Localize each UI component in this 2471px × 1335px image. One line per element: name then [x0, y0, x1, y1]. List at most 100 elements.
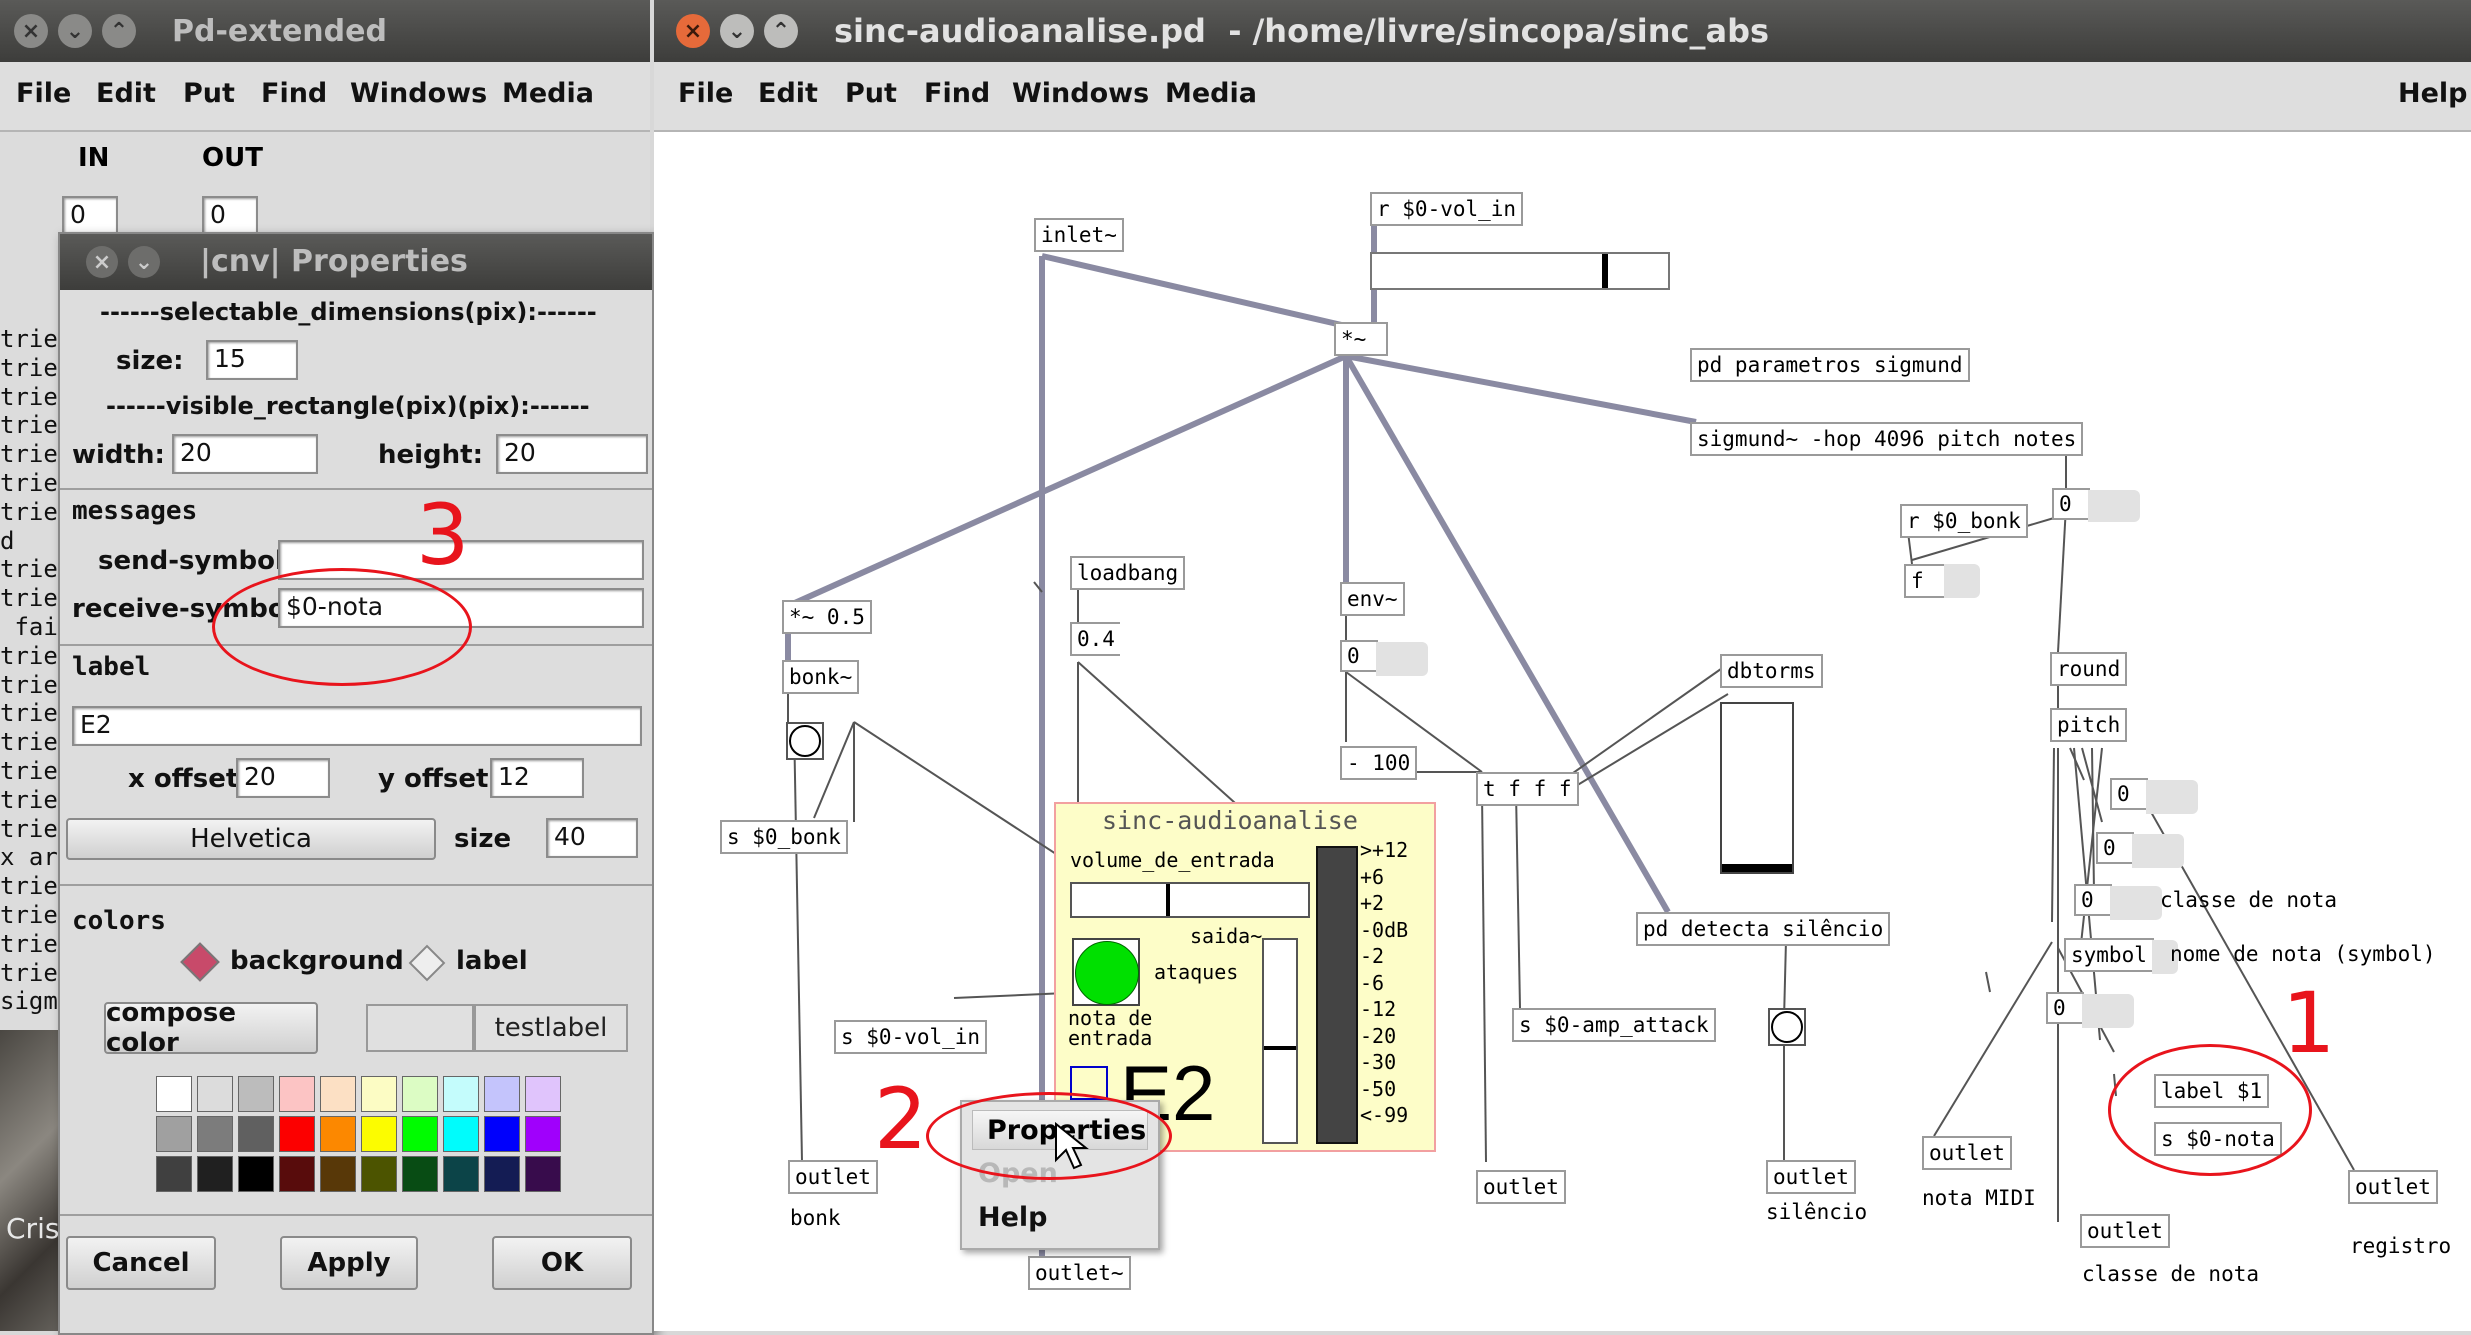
- num-p2[interactable]: 0: [2096, 832, 2134, 864]
- patch-canvas[interactable]: inlet~ r $0-vol_in *~ pd parametros sigm…: [654, 132, 2471, 1331]
- color-swatch[interactable]: [361, 1116, 397, 1152]
- label-field[interactable]: E2: [72, 706, 642, 746]
- color-swatch[interactable]: [279, 1116, 315, 1152]
- num-p4[interactable]: 0: [2046, 992, 2084, 1024]
- obj-bonk[interactable]: bonk~: [782, 660, 860, 694]
- radio-background[interactable]: [180, 942, 220, 982]
- color-swatch[interactable]: [197, 1076, 233, 1112]
- maximize-icon[interactable]: ⌃: [102, 14, 136, 48]
- obj-r-vol[interactable]: r $0-vol_in: [1370, 192, 1524, 226]
- vol-slider[interactable]: [1370, 252, 1670, 290]
- minimize-icon[interactable]: ⌄: [720, 14, 754, 48]
- color-swatch[interactable]: [443, 1076, 479, 1112]
- size-field[interactable]: 15: [206, 340, 298, 380]
- obj-tfff[interactable]: t f f f: [1476, 772, 1579, 806]
- color-swatch[interactable]: [402, 1116, 438, 1152]
- color-swatch[interactable]: [156, 1076, 192, 1112]
- num-p1[interactable]: 0: [2110, 778, 2148, 810]
- patch-titlebar[interactable]: × ⌄ ⌃ sinc-audioanalise.pd - /home/livre…: [654, 0, 2471, 62]
- color-swatch[interactable]: [484, 1156, 520, 1192]
- x-offset-field[interactable]: 20: [236, 758, 330, 798]
- num-p3[interactable]: 0: [2074, 884, 2112, 916]
- color-swatch[interactable]: [320, 1116, 356, 1152]
- menu-put[interactable]: Put: [845, 78, 897, 109]
- menu-put[interactable]: Put: [183, 78, 235, 109]
- font-button[interactable]: Helvetica: [66, 818, 436, 860]
- obj-inlet[interactable]: inlet~: [1034, 218, 1124, 252]
- color-swatch[interactable]: [156, 1156, 192, 1192]
- obj-s-amp[interactable]: s $0-amp_attack: [1512, 1008, 1716, 1042]
- obj-symbol[interactable]: symbol: [2064, 938, 2154, 972]
- color-swatch[interactable]: [197, 1116, 233, 1152]
- obj-dbtorms[interactable]: dbtorms: [1720, 654, 1823, 688]
- bang-bonk[interactable]: [786, 722, 824, 760]
- obj-outlet-midi[interactable]: outlet: [1922, 1136, 2012, 1170]
- color-swatch[interactable]: [443, 1116, 479, 1152]
- color-swatch[interactable]: [238, 1116, 274, 1152]
- obj-outlet-bonk[interactable]: outlet: [788, 1160, 878, 1194]
- pd-main-titlebar[interactable]: × ⌄ ⌃ Pd-extended: [0, 0, 650, 62]
- msg-04[interactable]: 0.4: [1070, 622, 1120, 656]
- color-swatch[interactable]: [402, 1156, 438, 1192]
- bang-silence[interactable]: [1768, 1008, 1806, 1046]
- obj-outlet-reg[interactable]: outlet: [2348, 1170, 2438, 1204]
- menu-edit[interactable]: Edit: [758, 78, 818, 109]
- color-swatch[interactable]: [238, 1076, 274, 1112]
- menu-windows[interactable]: Windows: [350, 78, 487, 109]
- compose-color-button[interactable]: compose color: [104, 998, 318, 1058]
- obj-s-bonk[interactable]: s $0_bonk: [720, 820, 848, 854]
- color-palette[interactable]: [156, 1076, 566, 1196]
- y-offset-field[interactable]: 12: [490, 758, 584, 798]
- minimize-icon[interactable]: ⌄: [58, 14, 92, 48]
- obj-pitch[interactable]: pitch: [2050, 708, 2128, 742]
- menu-media[interactable]: Media: [1165, 78, 1257, 109]
- apply-button[interactable]: Apply: [280, 1236, 418, 1290]
- color-swatch[interactable]: [361, 1156, 397, 1192]
- cancel-button[interactable]: Cancel: [66, 1236, 216, 1290]
- font-size-field[interactable]: 40: [546, 818, 638, 858]
- radio-label[interactable]: [408, 944, 446, 982]
- menu-file[interactable]: File: [678, 78, 733, 109]
- menu-media[interactable]: Media: [502, 78, 594, 109]
- menu-help[interactable]: Help: [978, 1202, 1048, 1233]
- color-swatch[interactable]: [525, 1116, 561, 1152]
- color-swatch[interactable]: [197, 1156, 233, 1192]
- menu-windows[interactable]: Windows: [1012, 78, 1149, 109]
- menu-find[interactable]: Find: [261, 78, 327, 109]
- color-swatch[interactable]: [402, 1076, 438, 1112]
- volume-slider[interactable]: [1070, 882, 1310, 918]
- obj-minus100[interactable]: - 100: [1340, 746, 1418, 780]
- output-slider[interactable]: [1262, 938, 1298, 1144]
- obj-pd-detecta[interactable]: pd detecta silêncio: [1636, 912, 1891, 946]
- color-swatch[interactable]: [361, 1076, 397, 1112]
- obj-s-vol[interactable]: s $0-vol_in: [834, 1020, 988, 1054]
- obj-outlet-sil[interactable]: outlet: [1766, 1160, 1856, 1194]
- obj-env[interactable]: env~: [1340, 582, 1405, 616]
- height-field[interactable]: 20: [496, 434, 648, 474]
- close-icon[interactable]: ×: [86, 246, 118, 278]
- obj-sigmund[interactable]: sigmund~ -hop 4096 pitch notes: [1690, 422, 2084, 456]
- menu-find[interactable]: Find: [924, 78, 990, 109]
- obj-f[interactable]: f: [1904, 564, 1948, 598]
- color-swatch[interactable]: [484, 1076, 520, 1112]
- ok-button[interactable]: OK: [492, 1236, 632, 1290]
- dialog-titlebar[interactable]: × ⌄ |cnv| Properties: [60, 234, 652, 290]
- color-swatch[interactable]: [525, 1156, 561, 1192]
- obj-outlet-sig[interactable]: outlet~: [1028, 1256, 1131, 1290]
- obj-loadbang[interactable]: loadbang: [1070, 556, 1186, 590]
- close-icon[interactable]: ×: [14, 14, 48, 48]
- width-field[interactable]: 20: [172, 434, 318, 474]
- menu-edit[interactable]: Edit: [96, 78, 156, 109]
- obj-mult05[interactable]: *~ 0.5: [782, 600, 872, 634]
- obj-pd-param[interactable]: pd parametros sigmund: [1690, 348, 1970, 382]
- color-swatch[interactable]: [320, 1076, 356, 1112]
- menu-file[interactable]: File: [16, 78, 71, 109]
- color-swatch[interactable]: [484, 1116, 520, 1152]
- color-swatch[interactable]: [156, 1116, 192, 1152]
- obj-round[interactable]: round: [2050, 652, 2128, 686]
- maximize-icon[interactable]: ⌃: [764, 14, 798, 48]
- minimize-icon[interactable]: ⌄: [128, 246, 160, 278]
- obj-outlet-tfff[interactable]: outlet: [1476, 1170, 1566, 1204]
- color-swatch[interactable]: [443, 1156, 479, 1192]
- close-icon[interactable]: ×: [676, 14, 710, 48]
